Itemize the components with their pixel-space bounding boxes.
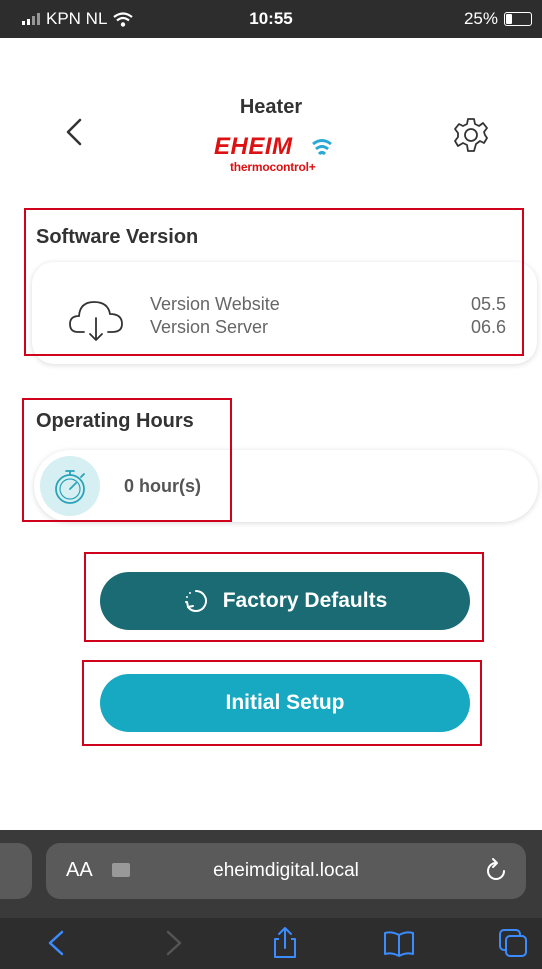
brand-logo: EHEIM thermocontrol+ [214, 133, 334, 178]
share-icon[interactable] [268, 926, 302, 960]
tabs-icon[interactable] [496, 926, 530, 960]
bookmarks-icon[interactable] [382, 926, 416, 960]
gear-icon [454, 118, 488, 152]
annotation-box-software-version [24, 208, 524, 356]
annotation-box-factory-defaults [84, 552, 484, 642]
annotation-box-operating-hours [22, 398, 232, 522]
browser-back-icon[interactable] [40, 926, 74, 960]
status-bar: KPN NL 10:55 25% [0, 0, 542, 38]
url-text: eheimdigital.local [213, 860, 359, 881]
annotation-box-initial-setup [82, 660, 482, 746]
battery-status: 25% [464, 9, 532, 29]
address-bar[interactable]: AA eheimdigital.local [46, 843, 526, 899]
reload-icon[interactable] [482, 855, 510, 885]
clock: 10:55 [249, 9, 293, 28]
wifi-logo-icon [312, 139, 332, 156]
battery-percent: 25% [463, 9, 498, 28]
brand-logo-text: EHEIM [214, 133, 293, 160]
previous-tab-peek[interactable] [0, 843, 32, 899]
browser-forward-icon[interactable] [156, 926, 190, 960]
settings-button[interactable] [452, 116, 490, 154]
brand-subtitle: thermocontrol+ [230, 160, 316, 174]
battery-icon [504, 12, 532, 26]
